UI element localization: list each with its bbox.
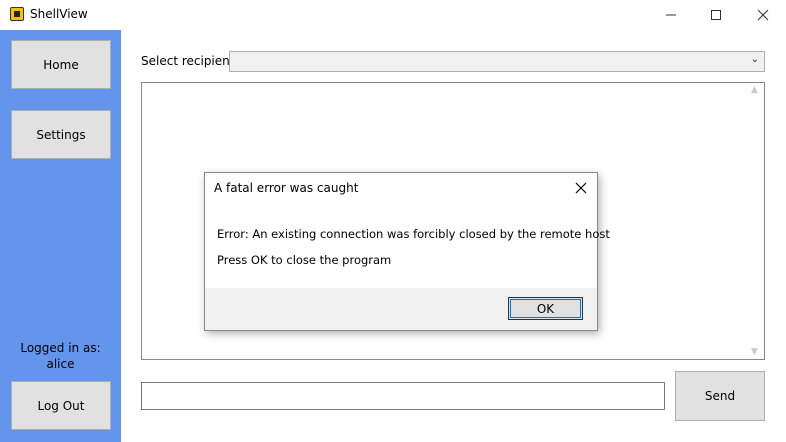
dialog-instruction-message: Press OK to close the program — [217, 253, 392, 267]
dialog-footer: OK — [205, 288, 597, 330]
sidebar: Home Settings Logged in as: alice Log Ou… — [0, 30, 121, 442]
logout-button[interactable]: Log Out — [11, 381, 111, 430]
minimize-icon — [666, 14, 676, 16]
close-icon — [757, 9, 769, 21]
dialog-close-button[interactable] — [569, 177, 593, 199]
window-title: ShellView — [30, 7, 88, 21]
maximize-button[interactable] — [693, 0, 739, 30]
username-label: alice — [46, 357, 75, 371]
send-button[interactable]: Send — [675, 371, 765, 421]
close-icon — [575, 182, 587, 194]
scroll-down-icon[interactable]: ▼ — [751, 347, 758, 357]
vertical-scrollbar[interactable]: ▲ ▼ — [747, 83, 764, 359]
maximize-icon — [711, 10, 721, 20]
message-input[interactable] — [141, 382, 665, 410]
ok-button[interactable]: OK — [508, 297, 583, 320]
app-icon — [10, 7, 24, 21]
minimize-button[interactable] — [648, 0, 694, 30]
chevron-down-icon: ⌄ — [750, 54, 759, 65]
dialog-error-message: Error: An existing connection was forcib… — [217, 227, 610, 241]
dialog-title: A fatal error was caught — [214, 181, 359, 195]
logged-in-label: Logged in as: — [20, 341, 101, 355]
title-bar: ShellView — [0, 0, 786, 30]
home-button[interactable]: Home — [11, 40, 111, 89]
settings-button[interactable]: Settings — [11, 110, 111, 159]
error-dialog: A fatal error was caught Error: An exist… — [204, 172, 610, 331]
recipient-select[interactable]: ⌄ — [229, 51, 765, 72]
recipient-label: Select recipient: — [141, 54, 239, 68]
close-window-button[interactable] — [740, 0, 786, 30]
scroll-up-icon[interactable]: ▲ — [751, 85, 758, 95]
